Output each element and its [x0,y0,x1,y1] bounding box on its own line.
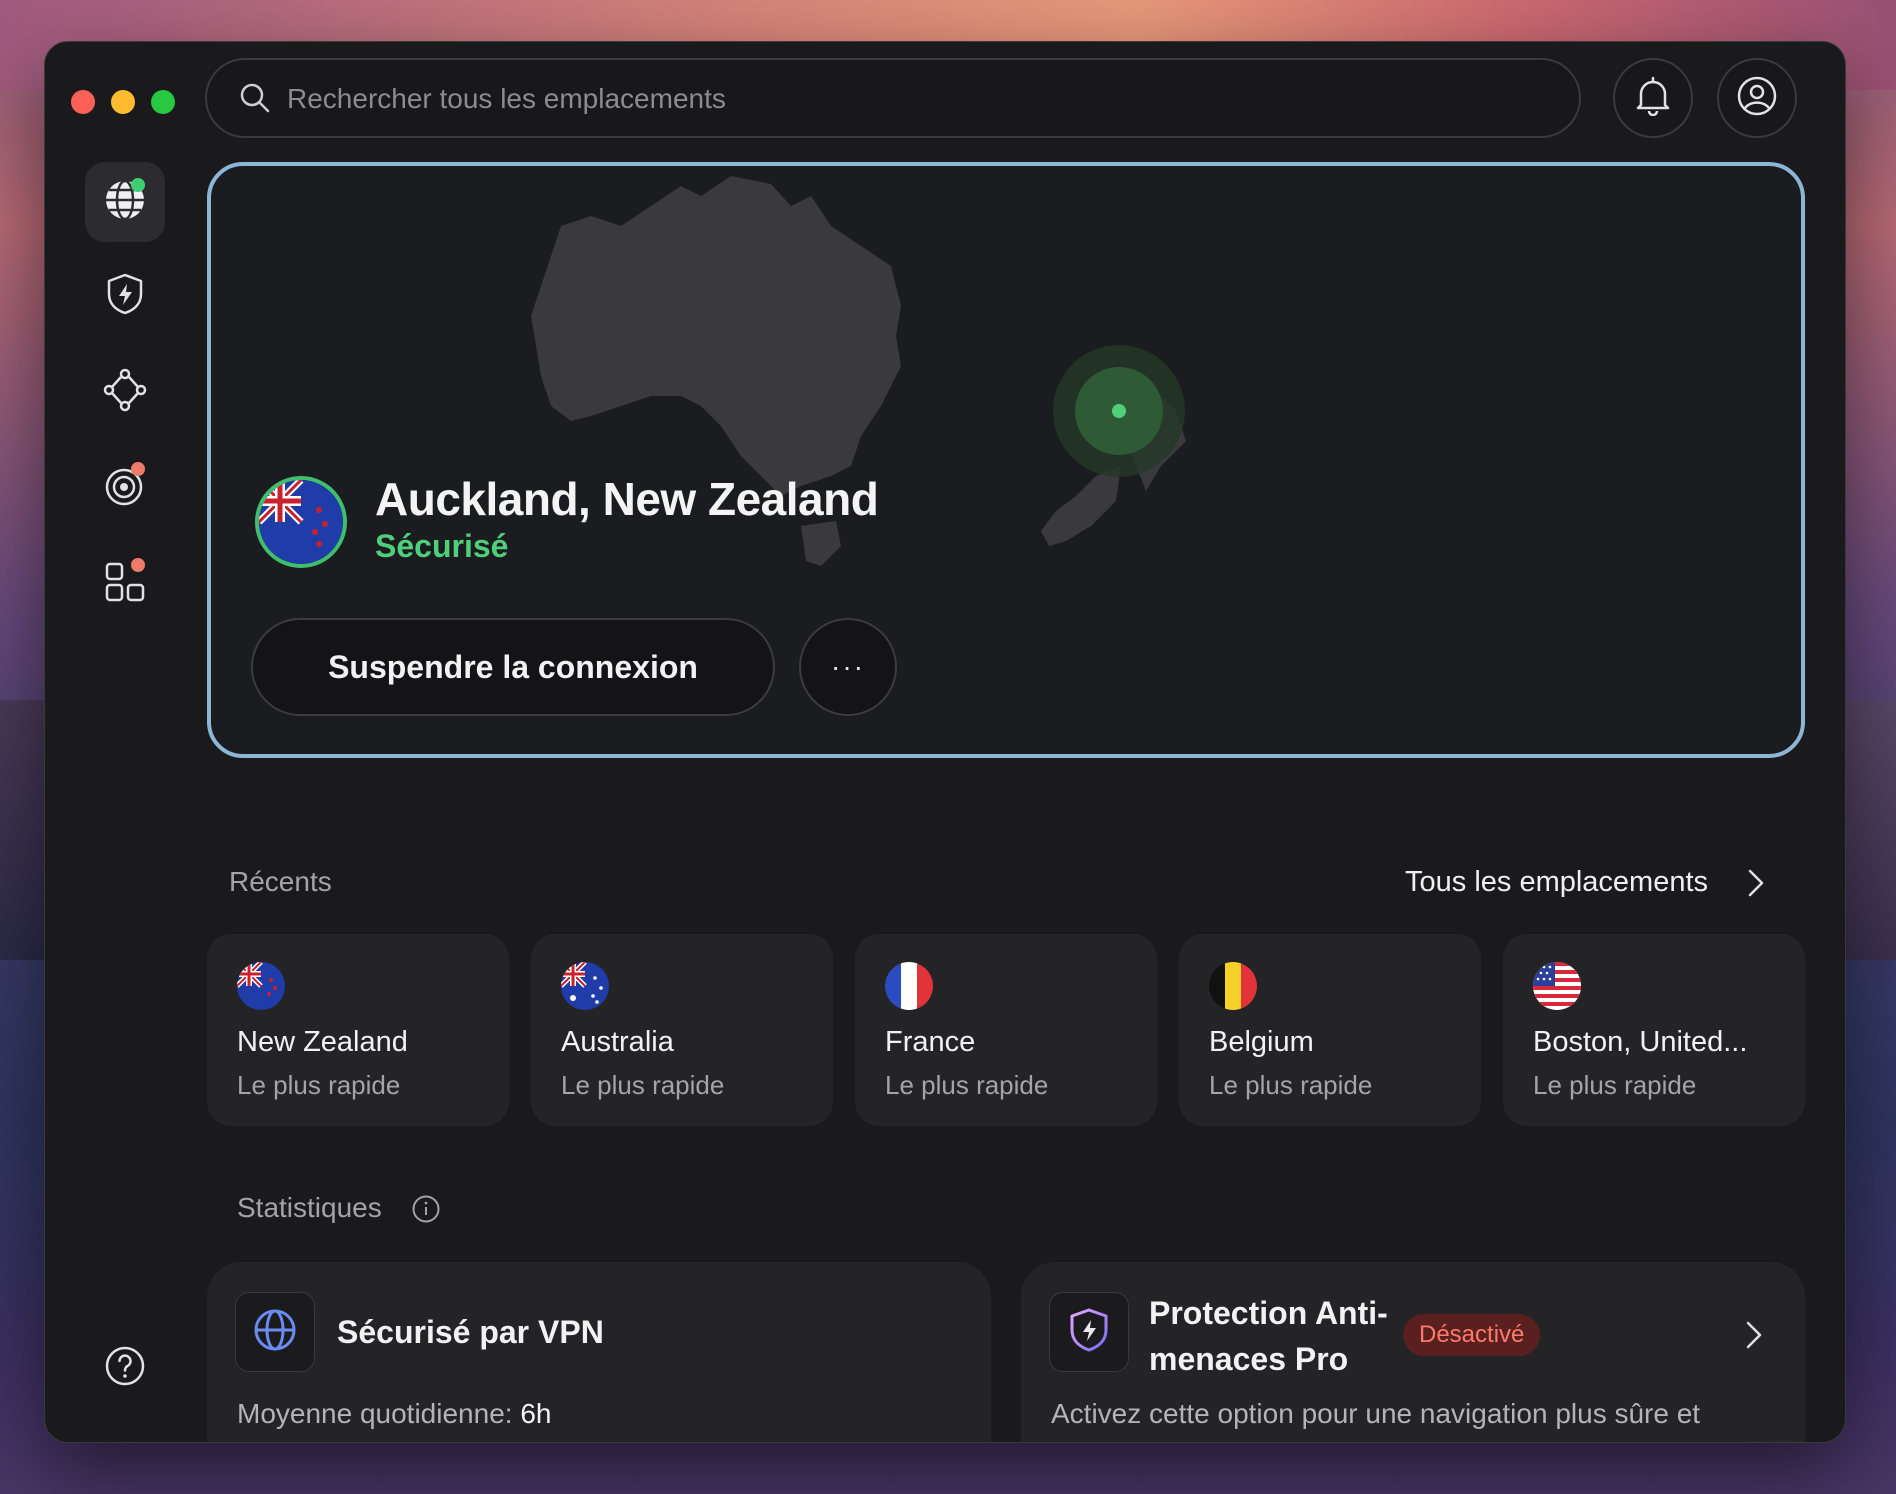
recents-heading: Récents [229,866,332,897]
australia-shape [531,176,901,496]
vpn-stat-icon-box [235,1292,315,1372]
more-options-button[interactable]: ··· [799,618,897,716]
search-icon [239,82,271,119]
shield-bolt-icon [105,272,145,321]
account-button[interactable] [1717,58,1797,138]
connection-hero-card: Auckland, New Zealand Sécurisé Suspendre… [207,162,1805,758]
sidebar-item-meshnet[interactable] [85,352,165,432]
shield-bolt-icon [1068,1307,1110,1358]
threat-stat-title: Protection Anti- menaces Pro [1149,1290,1388,1382]
help-button[interactable] [85,1328,165,1408]
all-locations-link[interactable]: Tous les emplacements [1405,866,1708,899]
notification-badge [131,558,145,572]
recent-location-card[interactable]: Belgium Le plus rapide [1179,934,1481,1126]
search-input[interactable] [285,74,1549,124]
desktop-wallpaper-right [1844,700,1896,960]
recent-location-card[interactable]: Australia Le plus rapide [531,934,833,1126]
app-window: Auckland, New Zealand Sécurisé Suspendre… [44,41,1846,1443]
daily-average-value: 6h [520,1398,552,1429]
connected-location-title: Auckland, New Zealand [375,473,879,525]
recent-location-sub: Le plus rapide [237,1070,401,1100]
recent-location-sub: Le plus rapide [1533,1070,1697,1100]
bell-icon [1635,76,1671,121]
info-icon[interactable] [411,1194,441,1229]
recent-location-card[interactable]: France Le plus rapide [855,934,1157,1126]
recent-location-name: New Zealand [237,1026,408,1058]
chevron-right-icon[interactable] [1743,1320,1765,1355]
sidebar-item-apps[interactable] [85,544,165,624]
vpn-stat-title: Sécurisé par VPN [337,1314,604,1350]
recent-location-name: France [885,1026,976,1058]
chevron-right-icon[interactable] [1745,868,1767,903]
zoom-window-button[interactable] [151,90,175,114]
threat-title-line2: menaces Pro [1149,1341,1349,1377]
recent-location-sub: Le plus rapide [1209,1070,1373,1100]
recent-location-card[interactable]: New Zealand Le plus rapide [207,934,509,1126]
recent-location-sub: Le plus rapide [561,1070,725,1100]
user-profile-icon [1736,75,1778,122]
threat-description: Activez cette option pour une navigation… [1051,1398,1701,1429]
location-pin [1112,404,1126,418]
close-window-button[interactable] [71,90,95,114]
notification-badge [131,462,145,476]
australia-flag-icon [561,962,609,1010]
recent-location-card[interactable]: Boston, United... Le plus rapide [1503,934,1805,1126]
united-states-flag-icon [1533,962,1581,1010]
more-options-icon: ··· [831,651,865,682]
globe-icon [252,1307,298,1358]
recent-location-name: Boston, United... [1533,1026,1748,1058]
desktop-wallpaper-left [0,700,44,960]
sidebar-item-threat-protection[interactable] [85,256,165,336]
france-flag-icon [885,962,933,1010]
pause-connection-button[interactable]: Suspendre la connexion [251,618,775,716]
daily-average-label: Moyenne quotidienne: [237,1398,513,1429]
minimize-window-button[interactable] [111,90,135,114]
threat-stat-icon-box [1049,1292,1129,1372]
help-icon [104,1345,146,1392]
recent-location-sub: Le plus rapide [885,1070,1049,1100]
new-zealand-flag [255,476,347,568]
connected-badge [131,178,145,192]
connection-status: Sécurisé [375,528,509,564]
south-island-shape [1041,466,1121,546]
sidebar-item-dark-web-monitor[interactable] [85,448,165,528]
sidebar-item-vpn[interactable] [85,162,165,242]
recent-location-name: Australia [561,1026,674,1058]
belgium-flag-icon [1209,962,1257,1010]
status-badge: Désactivé [1403,1314,1541,1356]
statistics-heading: Statistiques [237,1192,382,1223]
recent-location-name: Belgium [1209,1026,1314,1058]
tasmania-shape [801,521,841,566]
threat-title-line1: Protection Anti- [1149,1295,1388,1331]
mesh-network-icon [102,367,148,418]
new-zealand-flag-icon [237,962,285,1010]
vpn-stats-card: Sécurisé par VPN Moyenne quotidienne: 6h [207,1262,991,1442]
threat-protection-card[interactable]: Protection Anti- menaces Pro Désactivé A… [1021,1262,1805,1442]
notifications-button[interactable] [1613,58,1693,138]
vpn-daily-average: Moyenne quotidienne: 6h [237,1398,551,1430]
search-bar[interactable] [205,58,1581,138]
